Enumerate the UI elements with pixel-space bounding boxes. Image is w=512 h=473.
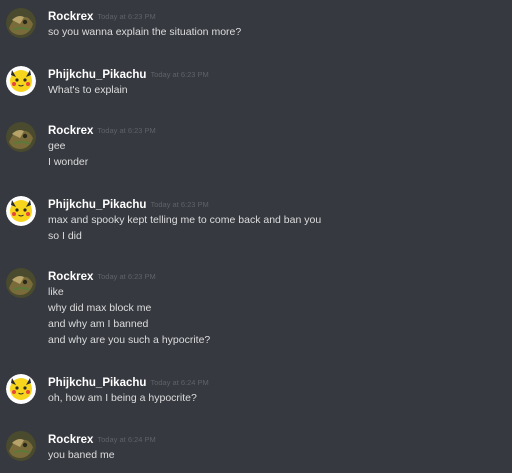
timestamp: Today at 6:23 PM: [150, 200, 209, 209]
message-line: I wonder: [48, 156, 89, 168]
message-body: oh, how am I being a hypocrite?: [48, 390, 498, 406]
message-body: you baned me: [48, 447, 498, 463]
rockrex-avatar-icon[interactable]: [6, 268, 36, 298]
message-header: Rockrex Today at 6:24 PM: [48, 431, 156, 447]
message-header: Phijkchu_Pikachu Today at 6:24 PM: [48, 374, 209, 390]
chat-messages: Rockrex Today at 6:23 PM so you wanna exp…: [0, 0, 512, 473]
username[interactable]: Rockrex: [48, 11, 93, 23]
username[interactable]: Phijkchu_Pikachu: [48, 69, 146, 81]
message-header: Phijkchu_Pikachu Today at 6:23 PM: [48, 66, 209, 82]
username[interactable]: Phijkchu_Pikachu: [48, 377, 146, 389]
rockrex-avatar-icon[interactable]: [6, 431, 36, 461]
message-line: max and spooky kept telling me to come b…: [48, 214, 322, 226]
rockrex-avatar-icon[interactable]: [6, 122, 36, 152]
timestamp: Today at 6:24 PM: [97, 435, 156, 444]
message-line: so you wanna explain the situation more?: [48, 26, 242, 38]
message-line: why did max block me: [48, 302, 152, 314]
message-header: Rockrex Today at 6:23 PM: [48, 8, 156, 24]
timestamp: Today at 6:23 PM: [97, 272, 156, 281]
message-line: so I did: [48, 230, 82, 242]
message-body: gee I wonder: [48, 138, 498, 170]
message-line: you baned me: [48, 449, 115, 461]
message-line: and why are you such a hypocrite?: [48, 334, 211, 346]
message-line: and why am I banned: [48, 318, 149, 330]
message-line: What's to explain: [48, 84, 128, 96]
message-body: so you wanna explain the situation more?: [48, 24, 498, 40]
username[interactable]: Rockrex: [48, 271, 93, 283]
pikachu-avatar-icon[interactable]: [6, 374, 36, 404]
message-body: max and spooky kept telling me to come b…: [48, 212, 498, 244]
username[interactable]: Rockrex: [48, 125, 93, 137]
rockrex-avatar-icon[interactable]: [6, 8, 36, 38]
message-line: gee: [48, 140, 66, 152]
message-header: Rockrex Today at 6:23 PM: [48, 268, 156, 284]
timestamp: Today at 6:24 PM: [150, 378, 209, 387]
timestamp: Today at 6:23 PM: [150, 70, 209, 79]
message-body: What's to explain: [48, 82, 498, 98]
timestamp: Today at 6:23 PM: [97, 126, 156, 135]
username[interactable]: Phijkchu_Pikachu: [48, 199, 146, 211]
message-line: oh, how am I being a hypocrite?: [48, 392, 197, 404]
timestamp: Today at 6:23 PM: [97, 12, 156, 21]
username[interactable]: Rockrex: [48, 434, 93, 446]
pikachu-avatar-icon[interactable]: [6, 196, 36, 226]
message-header: Phijkchu_Pikachu Today at 6:23 PM: [48, 196, 209, 212]
pikachu-avatar-icon[interactable]: [6, 66, 36, 96]
message-line: like: [48, 286, 64, 298]
message-header: Rockrex Today at 6:23 PM: [48, 122, 156, 138]
message-body: like why did max block me and why am I b…: [48, 284, 498, 348]
